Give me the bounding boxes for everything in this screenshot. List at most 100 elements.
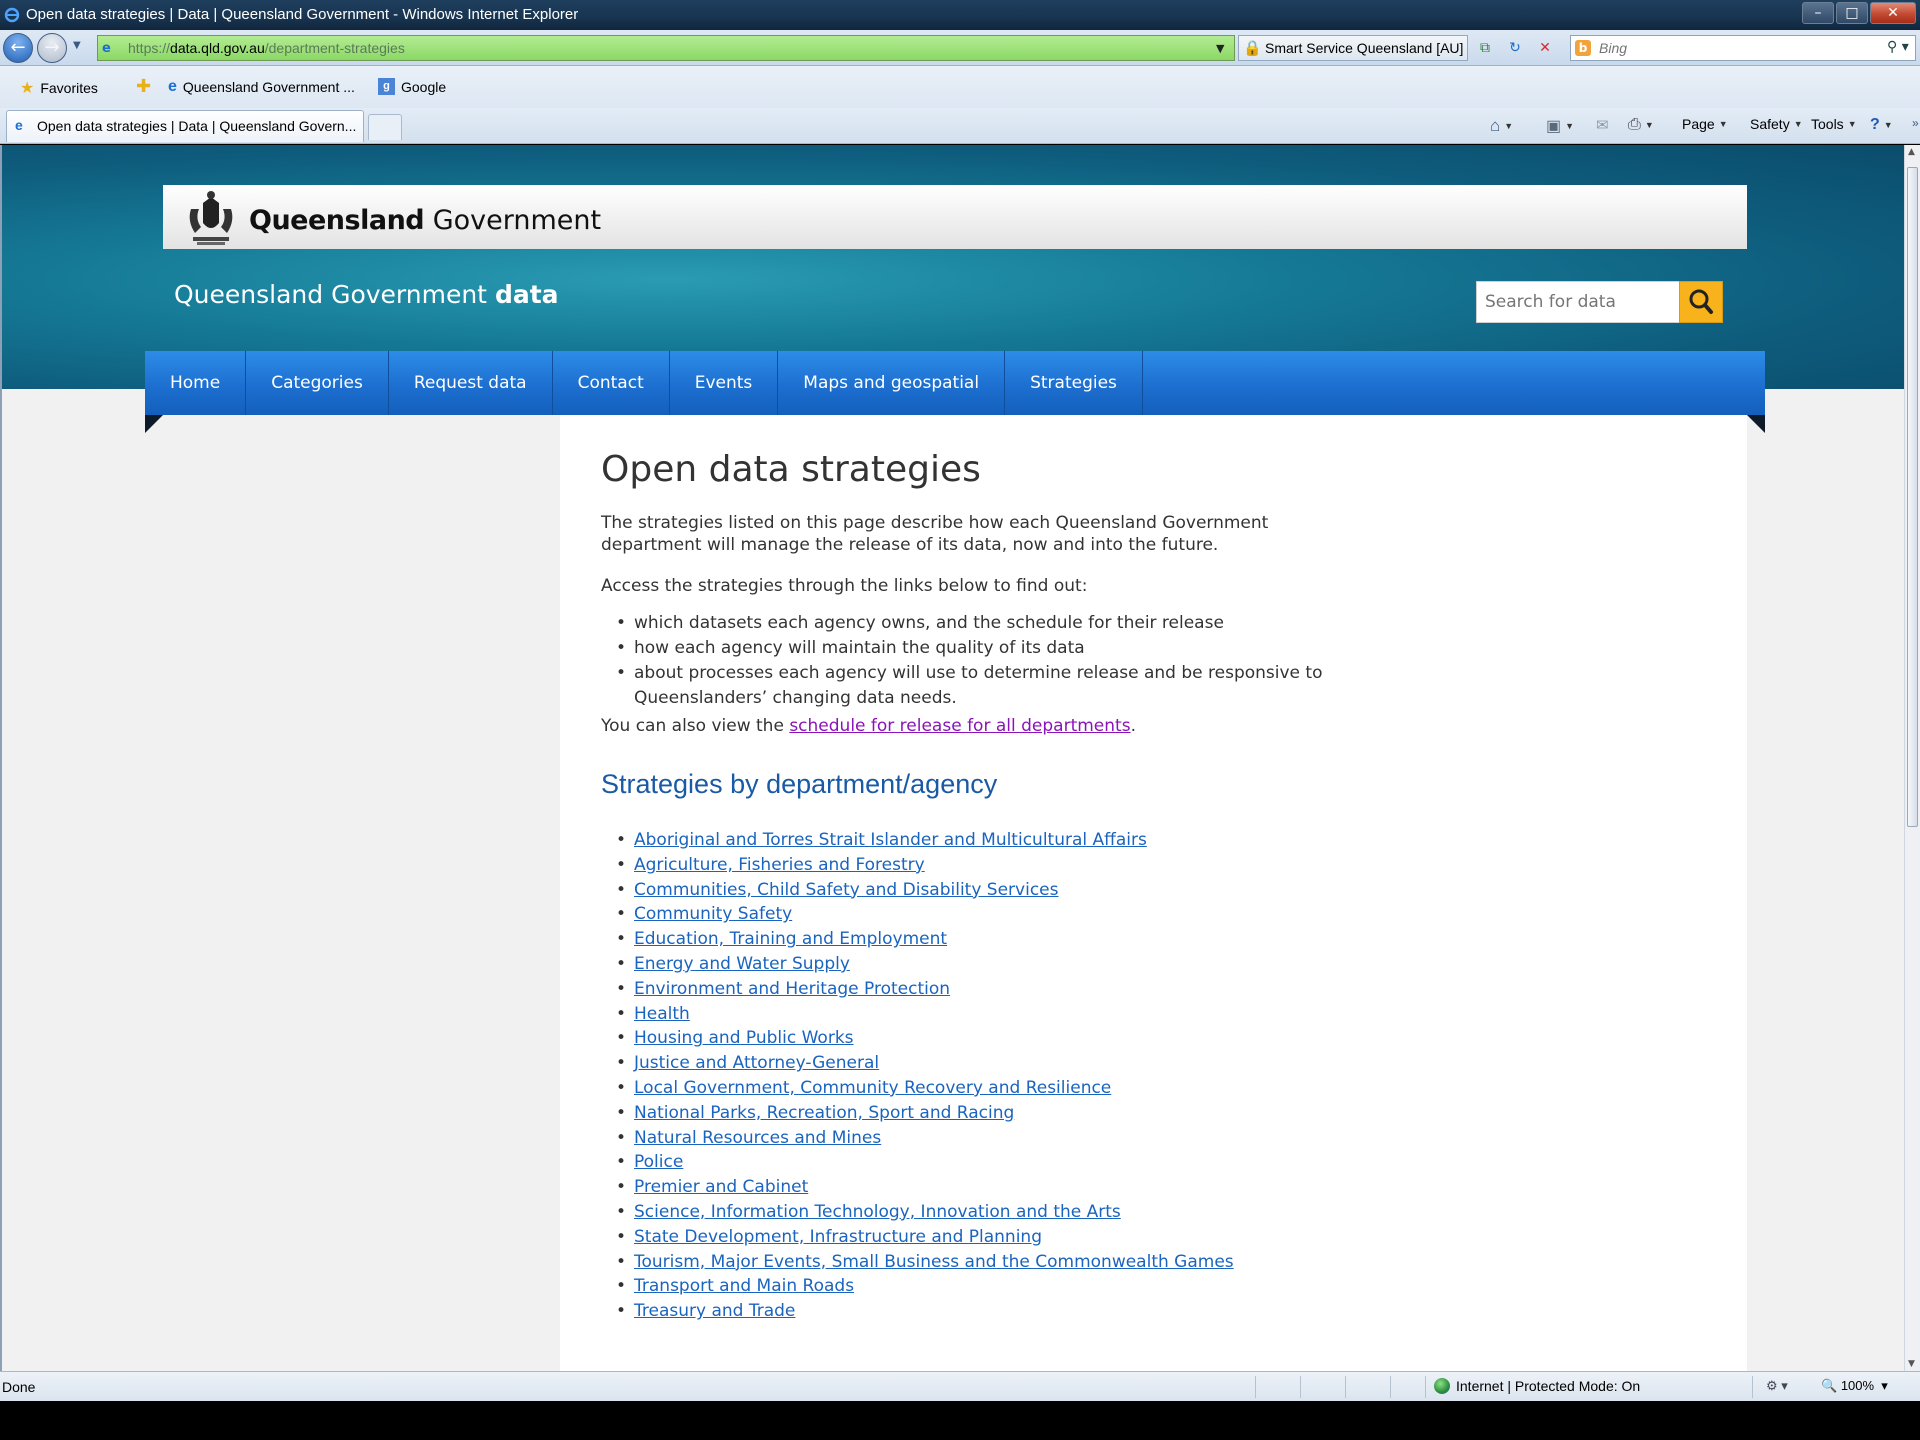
back-button[interactable]: ← <box>3 33 33 63</box>
address-url[interactable]: https://data.qld.gov.au/department-strat… <box>128 40 405 56</box>
nav-categories[interactable]: Categories <box>246 351 389 415</box>
department-list: Aboriginal and Torres Strait Islander an… <box>616 828 1394 1324</box>
department-link[interactable]: Local Government, Community Recovery and… <box>634 1078 1111 1098</box>
favorite-link-queensland-government[interactable]: e Queensland Government ... <box>168 78 355 96</box>
browser-search-input[interactable] <box>1599 38 1859 58</box>
department-link[interactable]: Energy and Water Supply <box>634 954 850 974</box>
department-link[interactable]: Education, Training and Employment <box>634 929 947 949</box>
department-link[interactable]: Aboriginal and Torres Strait Islander an… <box>634 830 1147 850</box>
tab-row: e Open data strategies | Data | Queensla… <box>0 108 1920 144</box>
google-icon: g <box>378 78 395 95</box>
refresh-icon[interactable]: ↻ <box>1504 37 1526 59</box>
page-title: Open data strategies <box>601 449 981 490</box>
security-zone[interactable]: Internet | Protected Mode: On <box>1434 1378 1640 1394</box>
recent-pages-dropdown-icon[interactable]: ▼ <box>73 40 81 51</box>
scroll-up-icon[interactable]: ▲ <box>1908 147 1915 157</box>
tab-label: Open data strategies | Data | Queensland… <box>37 118 357 134</box>
list-item: Housing and Public Works <box>616 1026 1394 1051</box>
forward-arrow-icon: → <box>44 37 60 58</box>
list-item: Transport and Main Roads <box>616 1274 1394 1299</box>
list-item: Community Safety <box>616 902 1394 927</box>
site-title[interactable]: Queensland Government data <box>174 280 559 309</box>
nav-strategies[interactable]: Strategies <box>1005 351 1143 415</box>
new-tab-button[interactable] <box>368 114 402 140</box>
department-link[interactable]: Premier and Cabinet <box>634 1177 808 1197</box>
chevron-right-icon[interactable]: » <box>1912 116 1919 130</box>
status-divider <box>1752 1376 1753 1398</box>
list-item: Police <box>616 1150 1394 1175</box>
safety-menu[interactable]: Safety ▼ <box>1750 116 1803 132</box>
nav-fold-right <box>1747 415 1765 433</box>
ie-page-icon: e <box>15 117 23 133</box>
list-item: which datasets each agency owns, and the… <box>616 611 1394 636</box>
search-icon[interactable]: ⚲ ▾ <box>1887 39 1909 55</box>
maximize-button[interactable]: □ <box>1836 2 1868 24</box>
window-title: Open data strategies | Data | Queensland… <box>26 6 579 23</box>
list-item: Communities, Child Safety and Disability… <box>616 878 1394 903</box>
section-heading: Strategies by department/agency <box>601 769 998 799</box>
department-link[interactable]: Housing and Public Works <box>634 1028 854 1048</box>
nav-events[interactable]: Events <box>670 351 779 415</box>
security-report-button[interactable]: 🔒 Smart Service Queensland [AU] <box>1238 35 1468 61</box>
stop-icon[interactable]: ✕ <box>1534 37 1556 59</box>
list-item: Education, Training and Employment <box>616 927 1394 952</box>
coat-of-arms-icon <box>189 191 233 245</box>
data-search-button[interactable] <box>1679 281 1723 323</box>
page-viewport: Queensland Government Queensland Governm… <box>0 145 1904 1371</box>
department-link[interactable]: Health <box>634 1004 690 1024</box>
help-button[interactable]: ? ▼ <box>1870 116 1893 134</box>
department-link[interactable]: State Development, Infrastructure and Pl… <box>634 1227 1042 1247</box>
scroll-down-icon[interactable]: ▼ <box>1908 1359 1915 1369</box>
list-item: about processes each agency will use to … <box>616 661 1394 711</box>
list-item: Energy and Water Supply <box>616 952 1394 977</box>
nav-request-data[interactable]: Request data <box>389 351 553 415</box>
department-link[interactable]: Treasury and Trade <box>634 1301 795 1321</box>
list-item: how each agency will maintain the qualit… <box>616 636 1394 661</box>
protected-mode-settings-icon[interactable]: ⚙ ▾ <box>1766 1378 1788 1394</box>
tab-open-data-strategies[interactable]: e Open data strategies | Data | Queensla… <box>6 110 364 142</box>
list-item: Environment and Heritage Protection <box>616 977 1394 1002</box>
ie-icon <box>4 7 20 23</box>
page-menu[interactable]: Page ▼ <box>1682 116 1728 132</box>
data-search-input[interactable] <box>1485 290 1675 314</box>
left-sidebar <box>163 415 560 1371</box>
forward-button[interactable]: → <box>37 33 67 63</box>
address-dropdown-icon[interactable]: ▼ <box>1216 42 1224 55</box>
minimize-button[interactable]: – <box>1802 2 1834 24</box>
queensland-government-logo[interactable]: Queensland Government <box>249 205 601 236</box>
feeds-button[interactable]: ▣ ▼ <box>1546 116 1574 136</box>
nav-home[interactable]: Home <box>145 351 247 415</box>
zoom-level[interactable]: 🔍 100% ▾ <box>1821 1378 1888 1394</box>
status-divider <box>1255 1376 1256 1398</box>
home-button[interactable]: ⌂ ▼ <box>1490 116 1513 136</box>
info-bullet-list: which datasets each agency owns, and the… <box>616 611 1394 711</box>
schedule-for-release-link[interactable]: schedule for release for all departments <box>789 716 1130 736</box>
department-link[interactable]: Community Safety <box>634 904 792 924</box>
department-link[interactable]: Tourism, Major Events, Small Business an… <box>634 1252 1234 1272</box>
list-item: Premier and Cabinet <box>616 1175 1394 1200</box>
favorites-button[interactable]: ★ Favorites <box>20 78 98 98</box>
browser-search-box[interactable]: b ⚲ ▾ <box>1570 35 1916 61</box>
scrollbar-thumb[interactable] <box>1907 167 1918 827</box>
department-link[interactable]: Environment and Heritage Protection <box>634 979 950 999</box>
department-link[interactable]: National Parks, Recreation, Sport and Ra… <box>634 1103 1014 1123</box>
department-link[interactable]: Communities, Child Safety and Disability… <box>634 880 1059 900</box>
close-window-button[interactable]: ✕ <box>1870 2 1916 24</box>
add-to-favorites-icon[interactable]: ✚ <box>136 76 151 97</box>
address-bar[interactable]: e https://data.qld.gov.au/department-str… <box>97 35 1235 61</box>
department-link[interactable]: Agriculture, Fisheries and Forestry <box>634 855 925 875</box>
list-item: Aboriginal and Torres Strait Islander an… <box>616 828 1394 853</box>
tools-menu[interactable]: Tools ▼ <box>1811 116 1857 132</box>
print-button[interactable]: ⎙ ▼ <box>1628 116 1654 134</box>
department-link[interactable]: Natural Resources and Mines <box>634 1128 881 1148</box>
compatibility-view-icon[interactable]: ⧉ <box>1474 37 1496 59</box>
vertical-scrollbar[interactable]: ▲ ▼ <box>1904 145 1920 1371</box>
favorite-link-google[interactable]: g Google <box>378 78 446 95</box>
department-link[interactable]: Justice and Attorney-General <box>634 1053 879 1073</box>
department-link[interactable]: Police <box>634 1152 683 1172</box>
mail-button[interactable]: ✉ <box>1596 116 1609 134</box>
nav-contact[interactable]: Contact <box>553 351 670 415</box>
nav-maps-and-geospatial[interactable]: Maps and geospatial <box>778 351 1006 415</box>
department-link[interactable]: Science, Information Technology, Innovat… <box>634 1202 1121 1222</box>
department-link[interactable]: Transport and Main Roads <box>634 1276 854 1296</box>
